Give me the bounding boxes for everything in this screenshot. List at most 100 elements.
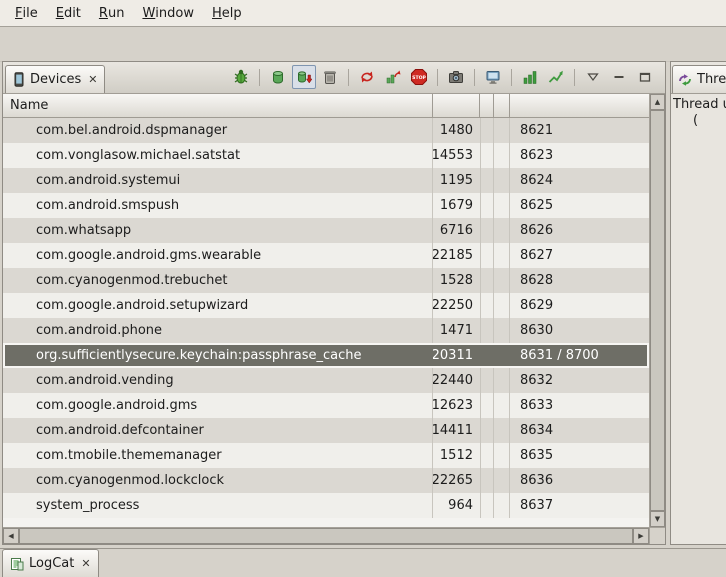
tab-devices[interactable]: Devices ✕ (5, 65, 105, 93)
start-method-profiling-icon[interactable] (381, 65, 405, 89)
table-row[interactable]: com.google.android.setupwizard222508629 (3, 293, 649, 318)
system-info-icon[interactable] (481, 65, 505, 89)
debug-status-cell (480, 118, 494, 143)
scroll-down-icon[interactable]: ▼ (650, 511, 665, 527)
process-port: 8625 (510, 193, 649, 218)
process-pid: 1512 (433, 443, 480, 468)
process-port: 8635 (510, 443, 649, 468)
process-name: com.tmobile.thememanager (3, 443, 433, 468)
dump-hprof-icon[interactable] (292, 65, 316, 89)
process-name: com.android.vending (3, 368, 433, 393)
scroll-up-icon[interactable]: ▲ (650, 94, 665, 110)
debug-process-icon[interactable] (229, 65, 253, 89)
process-pid: 1528 (433, 268, 480, 293)
screen-capture-icon[interactable] (444, 65, 468, 89)
table-row[interactable]: com.tmobile.thememanager1512 8635 (3, 443, 649, 468)
process-port: 8636 (510, 468, 649, 493)
column-header-name[interactable]: Name (3, 94, 433, 118)
table-row[interactable]: com.vonglasow.michael.satstat145538623 (3, 143, 649, 168)
column-header-port[interactable] (510, 94, 649, 118)
devices-toolbar: STOP (229, 65, 665, 93)
spacer-cell (494, 118, 510, 143)
maximize-icon[interactable] (633, 65, 657, 89)
update-threads-icon[interactable] (355, 65, 379, 89)
table-row[interactable]: com.google.android.gms.wearable221858627 (3, 243, 649, 268)
view-menu-icon[interactable] (581, 65, 605, 89)
debug-status-cell (480, 418, 494, 443)
table-row[interactable]: com.google.android.gms126238633 (3, 393, 649, 418)
menu-run[interactable]: Run (90, 0, 134, 26)
process-port: 8630 (510, 318, 649, 343)
process-pid: 12623 (433, 393, 480, 418)
scroll-right-icon[interactable]: ▶ (633, 528, 649, 544)
minimize-icon[interactable] (607, 65, 631, 89)
process-pid: 22265 (433, 468, 480, 493)
stop-process-icon[interactable]: STOP (407, 65, 431, 89)
process-name: com.android.phone (3, 318, 433, 343)
column-header-debug[interactable] (480, 94, 494, 118)
vertical-scroll-thumb[interactable] (650, 110, 665, 511)
update-heap-icon[interactable] (266, 65, 290, 89)
cause-gc-icon[interactable] (318, 65, 342, 89)
process-pid: 1195 (433, 168, 480, 193)
process-name: com.bel.android.dspmanager (3, 118, 433, 143)
bar-chart-icon[interactable] (518, 65, 542, 89)
menu-edit[interactable]: Edit (47, 0, 90, 26)
table-row[interactable]: com.android.phone14718630 (3, 318, 649, 343)
table-row[interactable]: com.android.smspush16798625 (3, 193, 649, 218)
close-icon[interactable]: ✕ (88, 73, 97, 86)
devices-view-header: Devices ✕ (3, 62, 665, 94)
column-header-spacer[interactable] (494, 94, 510, 118)
tab-threads[interactable]: Threads (672, 65, 726, 93)
debug-status-cell (480, 343, 494, 368)
debug-status-cell (480, 193, 494, 218)
debug-status-cell (480, 243, 494, 268)
close-icon[interactable]: ✕ (81, 557, 90, 570)
menu-window[interactable]: Window (133, 0, 203, 26)
table-row[interactable]: com.bel.android.dspmanager14808621 (3, 118, 649, 143)
table-row[interactable]: com.android.systemui11958624 (3, 168, 649, 193)
tab-threads-label: Threads (697, 72, 726, 87)
vertical-scrollbar[interactable]: ▲ ▼ (649, 94, 665, 527)
debug-status-cell (480, 393, 494, 418)
process-port: 8637 (510, 493, 649, 518)
table-row[interactable]: com.cyanogenmod.trebuchet15288628 (3, 268, 649, 293)
horizontal-scrollbar[interactable]: ◀ ▶ (3, 527, 649, 544)
table-row[interactable]: com.android.defcontainer144118634 (3, 418, 649, 443)
spacer-cell (494, 493, 510, 518)
table-row[interactable]: com.whatsapp67168626 (3, 218, 649, 243)
process-name: com.android.systemui (3, 168, 433, 193)
spacer-cell (494, 168, 510, 193)
spacer-cell (494, 143, 510, 168)
process-port: 8629 (510, 293, 649, 318)
spacer-cell (494, 318, 510, 343)
process-port: 8621 (510, 118, 649, 143)
table-row[interactable]: org.sufficientlysecure.keychain:passphra… (3, 343, 649, 368)
table-row[interactable]: com.cyanogenmod.lockclock222658636 (3, 468, 649, 493)
toolbar-separator (511, 69, 512, 86)
toolbar-separator (437, 69, 438, 86)
process-pid: 6716 (433, 218, 480, 243)
column-header-pid[interactable] (433, 94, 480, 118)
process-pid: 20311 (433, 343, 480, 368)
table-row[interactable]: com.android.vending224408632 (3, 368, 649, 393)
tab-logcat[interactable]: LogCat ✕ (2, 549, 99, 577)
threads-icon (678, 73, 692, 87)
line-chart-icon[interactable] (544, 65, 568, 89)
device-table-header: Name (3, 94, 649, 118)
spacer-cell (494, 393, 510, 418)
process-name: org.sufficientlysecure.keychain:passphra… (3, 343, 433, 368)
logcat-bar: LogCat ✕ (0, 548, 726, 577)
toolbar-separator (259, 69, 260, 86)
debug-status-cell (480, 443, 494, 468)
process-name: system_process (3, 493, 433, 518)
table-row[interactable]: system_process9648637 (3, 493, 649, 518)
menu-help[interactable]: Help (203, 0, 251, 26)
horizontal-scroll-thumb[interactable] (19, 528, 633, 544)
menu-file[interactable]: File (6, 0, 47, 26)
menubar: FileEditRunWindowHelp (0, 0, 726, 27)
spacer-cell (494, 293, 510, 318)
scroll-left-icon[interactable]: ◀ (3, 528, 19, 544)
toolbar-separator (574, 69, 575, 86)
process-port: 8634 (510, 418, 649, 443)
